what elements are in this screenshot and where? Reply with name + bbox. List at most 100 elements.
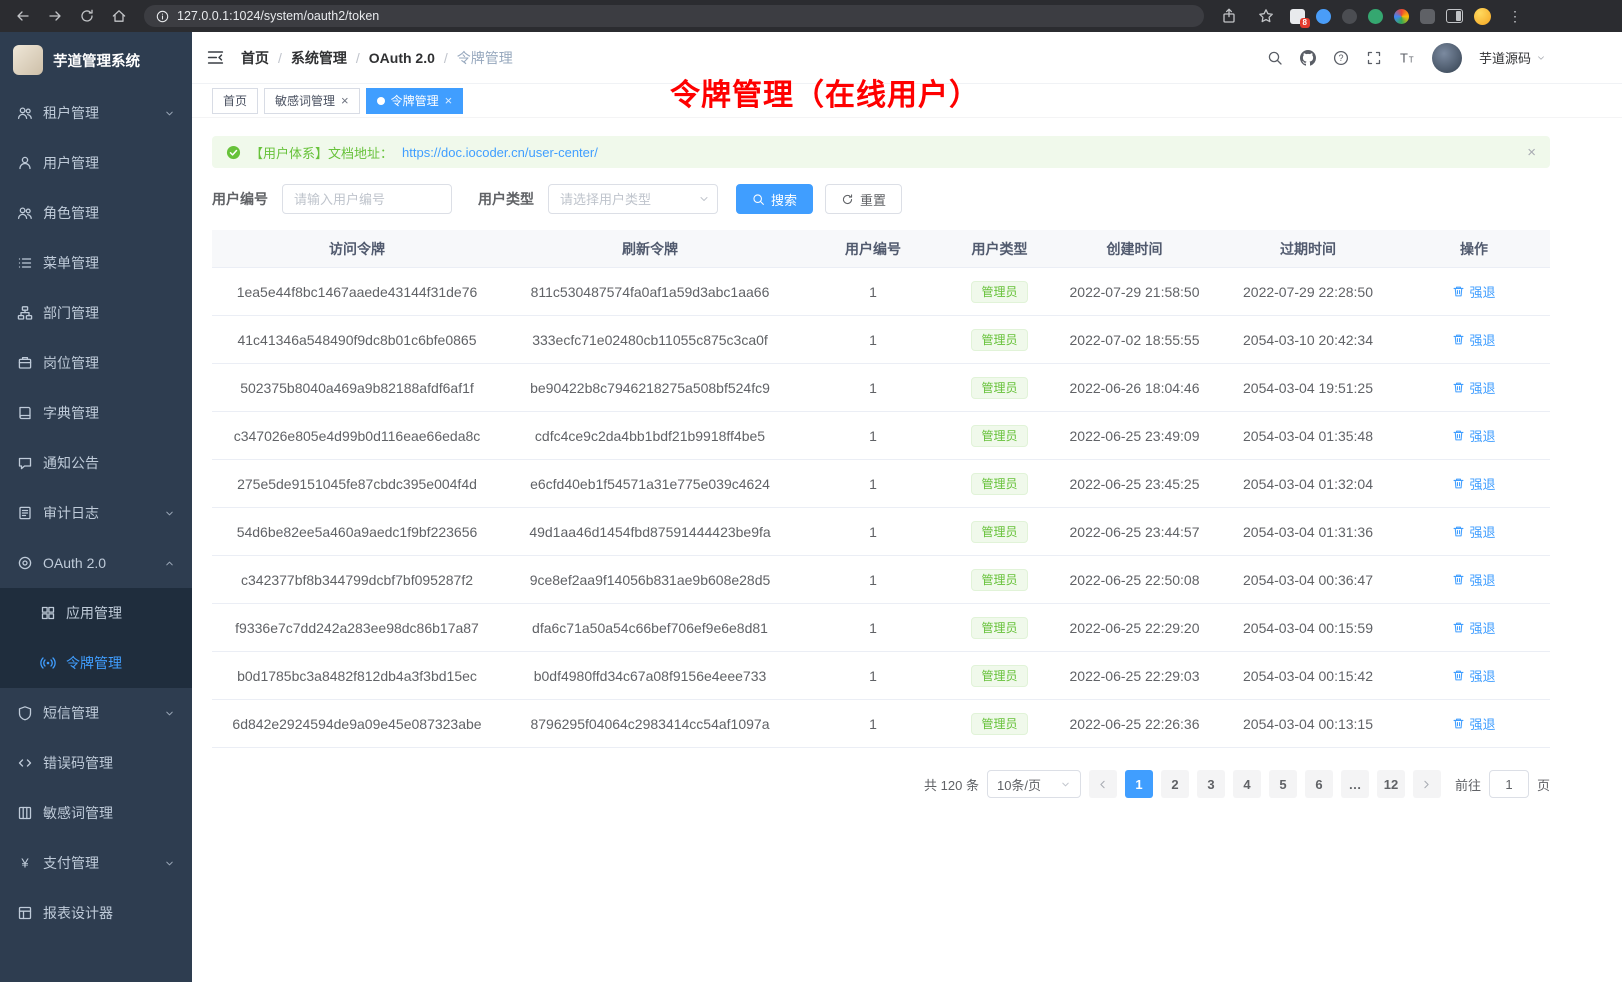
browser-menu-icon[interactable]: ⋮ <box>1502 4 1528 28</box>
tab-sensitive-word[interactable]: 敏感词管理× <box>264 88 360 114</box>
sidebar-item-payment[interactable]: 支付管理 <box>0 838 192 888</box>
browser-profile-avatar[interactable] <box>1474 8 1491 25</box>
share-icon[interactable] <box>1216 4 1242 28</box>
user-type-select-input[interactable] <box>548 184 718 214</box>
cell-expire-time: 2054-03-04 00:15:42 <box>1218 668 1398 684</box>
force-logout-button[interactable]: 强退 <box>1452 618 1495 637</box>
sidebar-item-label: 通知公告 <box>43 453 99 473</box>
site-info-icon[interactable] <box>156 10 169 23</box>
extensions-puzzle-icon[interactable] <box>1420 9 1435 24</box>
sidebar-item-notice[interactable]: 通知公告 <box>0 438 192 488</box>
reset-button[interactable]: 重置 <box>825 184 902 214</box>
browser-home-button[interactable] <box>106 4 132 28</box>
extension-icon-5[interactable] <box>1394 9 1409 24</box>
briefcase-icon <box>17 355 33 371</box>
page-button-6[interactable]: 6 <box>1305 770 1333 798</box>
tab-close-icon[interactable]: × <box>341 94 349 107</box>
force-logout-button[interactable]: 强退 <box>1452 282 1495 301</box>
prev-page-button[interactable] <box>1089 770 1117 798</box>
breadcrumb-oauth[interactable]: OAuth 2.0 <box>369 50 435 66</box>
list-icon <box>17 255 33 271</box>
cell-user-id: 1 <box>798 524 948 540</box>
user-type-select[interactable] <box>548 184 718 214</box>
goto-page-input[interactable] <box>1489 770 1529 798</box>
force-logout-button[interactable]: 强退 <box>1452 714 1495 733</box>
page-button-12[interactable]: 12 <box>1377 770 1405 798</box>
extension-icon-4[interactable] <box>1368 9 1383 24</box>
user-type-badge: 管理员 <box>971 569 1027 591</box>
help-icon[interactable] <box>1333 50 1349 66</box>
col-action: 操作 <box>1398 239 1550 259</box>
sidebar-item-sms[interactable]: 短信管理 <box>0 688 192 738</box>
user-avatar[interactable] <box>1432 43 1462 73</box>
browser-reload-button[interactable] <box>74 4 100 28</box>
extension-icon-2[interactable] <box>1316 9 1331 24</box>
goto-label: 前往 <box>1455 775 1481 794</box>
chevron-down-icon <box>164 108 175 119</box>
sidebar-item-sensitive-word[interactable]: 敏感词管理 <box>0 788 192 838</box>
page-button-2[interactable]: 2 <box>1161 770 1189 798</box>
fullscreen-icon[interactable] <box>1366 50 1382 66</box>
breadcrumb-system[interactable]: 系统管理 <box>291 48 347 68</box>
force-logout-button[interactable]: 强退 <box>1452 378 1495 397</box>
cell-access-token: 41c41346a548490f9dc8b01c6bfe0865 <box>212 332 502 348</box>
sidebar-item-oauth-app[interactable]: 应用管理 <box>0 588 192 638</box>
page-button-4[interactable]: 4 <box>1233 770 1261 798</box>
tab-label: 令牌管理 <box>391 92 439 109</box>
sidebar-item-user[interactable]: 用户管理 <box>0 138 192 188</box>
user-menu[interactable]: 芋道源码 <box>1479 48 1546 67</box>
force-logout-button[interactable]: 强退 <box>1452 426 1495 445</box>
sidebar-collapse-icon[interactable] <box>206 48 225 67</box>
browser-back-button[interactable] <box>10 4 36 28</box>
force-logout-button[interactable]: 强退 <box>1452 570 1495 589</box>
sidebar-item-oauth[interactable]: OAuth 2.0 <box>0 538 192 588</box>
doc-link[interactable]: https://doc.iocoder.cn/user-center/ <box>402 145 598 160</box>
tags-view-bar: 首页 敏感词管理× 令牌管理 × <box>192 84 1622 118</box>
sidebar-item-menu[interactable]: 菜单管理 <box>0 238 192 288</box>
browser-forward-button[interactable] <box>42 4 68 28</box>
sidebar-item-role[interactable]: 角色管理 <box>0 188 192 238</box>
sidebar-item-oauth-token[interactable]: 令牌管理 <box>0 638 192 688</box>
sidebar-item-dept[interactable]: 部门管理 <box>0 288 192 338</box>
trash-icon <box>1452 429 1465 442</box>
cell-expire-time: 2054-03-04 19:51:25 <box>1218 380 1398 396</box>
force-logout-button[interactable]: 强退 <box>1452 666 1495 685</box>
page-button-5[interactable]: 5 <box>1269 770 1297 798</box>
cell-access-token: 6d842e2924594de9a09e45e087323abe <box>212 716 502 732</box>
sidebar-item-post[interactable]: 岗位管理 <box>0 338 192 388</box>
tab-home[interactable]: 首页 <box>212 88 258 114</box>
extension-icon-1[interactable]: 8 <box>1290 9 1305 24</box>
tab-token[interactable]: 令牌管理 × <box>366 88 464 114</box>
address-bar[interactable]: 127.0.0.1:1024/system/oauth2/token <box>144 5 1204 27</box>
next-page-button[interactable] <box>1413 770 1441 798</box>
caret-down-icon <box>1536 53 1546 63</box>
split-view-icon[interactable] <box>1446 9 1463 23</box>
force-logout-button[interactable]: 强退 <box>1452 330 1495 349</box>
code-icon <box>17 755 33 771</box>
extension-icon-3[interactable] <box>1342 9 1357 24</box>
search-button[interactable]: 搜索 <box>736 184 813 214</box>
user-name: 芋道源码 <box>1479 48 1531 67</box>
page-more-button[interactable]: … <box>1341 770 1369 798</box>
sidebar-item-dict[interactable]: 字典管理 <box>0 388 192 438</box>
user-id-input[interactable] <box>282 184 452 214</box>
page-button-3[interactable]: 3 <box>1197 770 1225 798</box>
sidebar-item-label: 租户管理 <box>43 103 99 123</box>
page-button-1[interactable]: 1 <box>1125 770 1153 798</box>
tab-close-icon[interactable]: × <box>445 94 453 107</box>
sidebar-item-report-designer[interactable]: 报表设计器 <box>0 888 192 938</box>
page-size-select[interactable]: 10条/页 <box>987 770 1081 798</box>
search-icon[interactable] <box>1267 50 1283 66</box>
github-icon[interactable] <box>1300 50 1316 66</box>
sidebar-item-tenant[interactable]: 租户管理 <box>0 88 192 138</box>
font-size-icon[interactable] <box>1399 50 1415 66</box>
force-logout-button[interactable]: 强退 <box>1452 474 1495 493</box>
breadcrumb-home[interactable]: 首页 <box>241 48 269 68</box>
bookmark-star-icon[interactable] <box>1253 4 1279 28</box>
force-logout-label: 强退 <box>1469 714 1495 733</box>
cell-refresh-token: 9ce8ef2aa9f14056b831ae9b608e28d5 <box>502 572 798 588</box>
sidebar-item-audit-log[interactable]: 审计日志 <box>0 488 192 538</box>
alert-close-icon[interactable]: × <box>1527 144 1536 161</box>
force-logout-button[interactable]: 强退 <box>1452 522 1495 541</box>
sidebar-item-error-code[interactable]: 错误码管理 <box>0 738 192 788</box>
